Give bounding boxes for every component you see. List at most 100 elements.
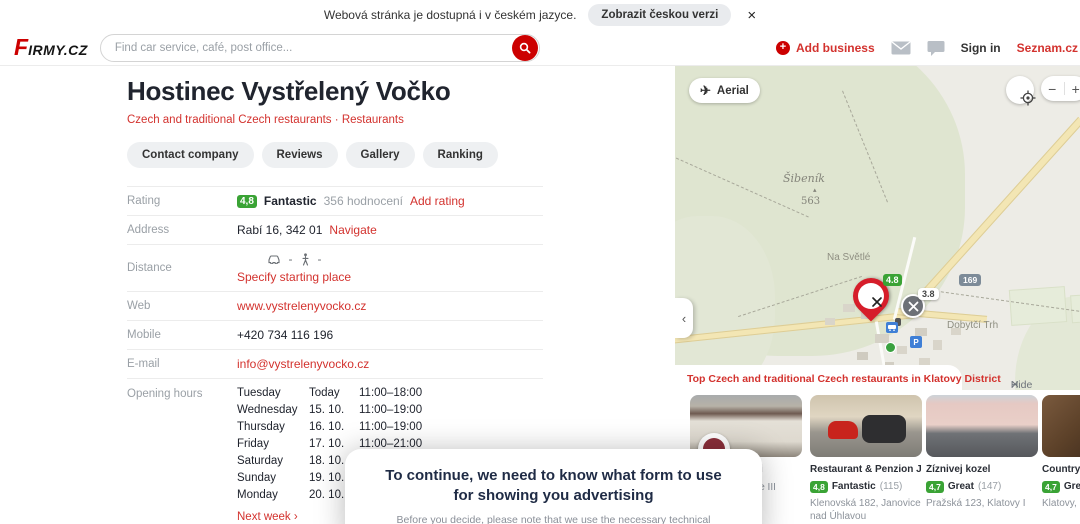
mail-icon[interactable] [891, 41, 911, 55]
opening-hours-label: Opening hours [127, 388, 203, 400]
map-building [915, 328, 927, 336]
restaurant-photo [690, 395, 802, 457]
distance-label: Distance [127, 262, 172, 274]
hours-day: Friday [237, 438, 269, 450]
map-building [919, 358, 930, 365]
page-title: Hostinec Vystřelený Vočko [127, 76, 451, 106]
add-business-button[interactable]: + Add business [775, 41, 875, 55]
breadcrumb: Czech and traditional Czech restaurants … [127, 114, 547, 126]
parking-icon: P [910, 336, 922, 348]
email-link[interactable]: info@vystrelenyvocko.cz [237, 357, 369, 371]
restaurant-rating: 4,7 Great (147) [926, 480, 1038, 493]
next-week-link[interactable]: Next week › [237, 511, 298, 523]
aerial-view-button[interactable]: ✈ Aerial [689, 78, 760, 103]
page: Webová stránka je dostupná i v českém ja… [0, 0, 1080, 524]
mobile-label: Mobile [127, 329, 161, 341]
rating-count[interactable]: 356 hodnocení [324, 194, 403, 208]
cookie-consent-dialog: To continue, we need to know what form t… [345, 449, 762, 524]
header: Firmy.cz + Add business Sign in Seznam.c… [0, 30, 1080, 66]
add-rating-link[interactable]: Add rating [410, 194, 465, 208]
hours-day: Tuesday [237, 387, 281, 399]
map-building [825, 318, 835, 325]
contact-company-button[interactable]: Contact company [127, 142, 254, 168]
zoom-in-button[interactable]: + [1065, 81, 1080, 97]
info-poi-icon [885, 342, 896, 353]
firmy-logo[interactable]: Firmy.cz [14, 34, 88, 61]
rating-badge: 4,8 [237, 194, 257, 208]
chevron-left-icon: ‹ [681, 310, 687, 326]
language-banner: Webová stránka je dostupná i v českém ja… [0, 0, 1080, 30]
gallery-button[interactable]: Gallery [345, 142, 415, 168]
logo-letter: F [14, 34, 29, 60]
consent-dialog-title: To continue, we need to know what form t… [385, 467, 722, 504]
search-button[interactable] [511, 34, 538, 61]
hours-date: Today [309, 387, 340, 399]
logo-text: irmy.cz [28, 42, 88, 58]
chat-bubble-icon[interactable] [927, 40, 945, 56]
category-link-restaurants[interactable]: Restaurants [342, 114, 404, 126]
close-icon: ✕ [1010, 379, 1020, 391]
restaurant-address: Klatovy, [1042, 497, 1077, 509]
address-label: Address [127, 224, 170, 236]
restaurant-name: Restaurant & Penzion Jelenka [810, 464, 922, 475]
category-link-czech-restaurants[interactable]: Czech and traditional Czech restaurants [127, 114, 332, 126]
walk-distance-value: - [317, 252, 322, 266]
reviews-button[interactable]: Reviews [261, 142, 338, 168]
consent-dialog-subtitle: Before you decide, please note that we u… [396, 513, 711, 524]
aerial-label: Aerial [716, 84, 749, 97]
chevron-right-icon: › [293, 511, 298, 523]
map-building [857, 352, 868, 360]
hours-day: Thursday [237, 421, 285, 433]
locate-me-button[interactable] [1006, 76, 1036, 106]
hours-day: Sunday [237, 472, 277, 484]
top-restaurants-link[interactable]: Top Czech and traditional Czech restaura… [687, 373, 1001, 385]
close-icon[interactable]: × [747, 7, 756, 24]
navigate-link[interactable]: Navigate [329, 223, 376, 237]
map-building [933, 340, 942, 350]
show-czech-version-button[interactable]: Zobrazit českou verzi [588, 4, 732, 26]
map-hill-label: Šibeník [783, 172, 825, 185]
specify-starting-place-link[interactable]: Specify starting place [237, 270, 351, 284]
rating-row: Rating 4,8 Fantastic 356 hodnocení Add r… [127, 186, 543, 215]
hours-time: 11:00–18:00 [359, 387, 423, 399]
airplane-icon: ✈ [700, 82, 711, 98]
map-hill-marker: ▴ [813, 186, 817, 194]
restaurant-card[interactable]: Žíznivej kozel 4,7 Great (147) Pražská 1… [926, 395, 1038, 510]
search-input[interactable] [99, 33, 540, 62]
bus-icon [886, 322, 898, 333]
car-distance-value: - [288, 252, 293, 266]
map-area-label: Na Světlé [827, 252, 871, 263]
pin-rating-badge: 4.8 [883, 274, 902, 286]
map-building [897, 346, 907, 354]
hours-day: Monday [237, 489, 278, 501]
zoom-out-button[interactable]: − [1041, 81, 1064, 97]
rating-text: Fantastic [263, 194, 317, 208]
restaurant-photo [1042, 395, 1080, 457]
breadcrumb-separator: · [334, 114, 339, 126]
restaurant-card[interactable]: Country Beňovy 4,7 Great Klatovy, [1042, 395, 1080, 510]
seznam-link[interactable]: Seznam.cz [1017, 41, 1078, 55]
restaurant-card[interactable]: Restaurant & Penzion Jelenka 4,8 Fantast… [810, 395, 922, 523]
email-label: E-mail [127, 358, 160, 370]
mobile-row: Mobile +420 734 116 196 [127, 320, 543, 349]
web-label: Web [127, 300, 151, 312]
add-business-label: Add business [795, 41, 875, 55]
rating-label: Rating [127, 195, 161, 207]
sign-in-link[interactable]: Sign in [961, 41, 1001, 55]
plus-icon: + [775, 41, 790, 55]
distance-row: Distance - - Specify starting place [127, 244, 543, 291]
website-link[interactable]: www.vystrelenyvocko.cz [237, 299, 366, 313]
restaurant-name: Žíznivej kozel [926, 464, 991, 475]
hours-date: 15. 10. [309, 404, 345, 416]
address-value: Rabí 16, 342 01 [237, 223, 323, 237]
collapse-panel-button[interactable]: ‹ [675, 298, 693, 338]
hours-time: 11:00–19:00 [359, 404, 423, 416]
address-row: Address Rabí 16, 342 01 Navigate [127, 215, 543, 244]
restaurant-rating: 4,8 Fantastic (115) [810, 480, 922, 493]
ranking-button[interactable]: Ranking [422, 142, 498, 168]
car-icon [267, 254, 281, 264]
web-row: Web www.vystrelenyvocko.cz [127, 291, 543, 320]
hours-day: Wednesday [237, 404, 298, 416]
header-actions: + Add business Sign in Seznam.cz [775, 30, 1080, 66]
hours-time: 11:00–19:00 [359, 421, 423, 433]
